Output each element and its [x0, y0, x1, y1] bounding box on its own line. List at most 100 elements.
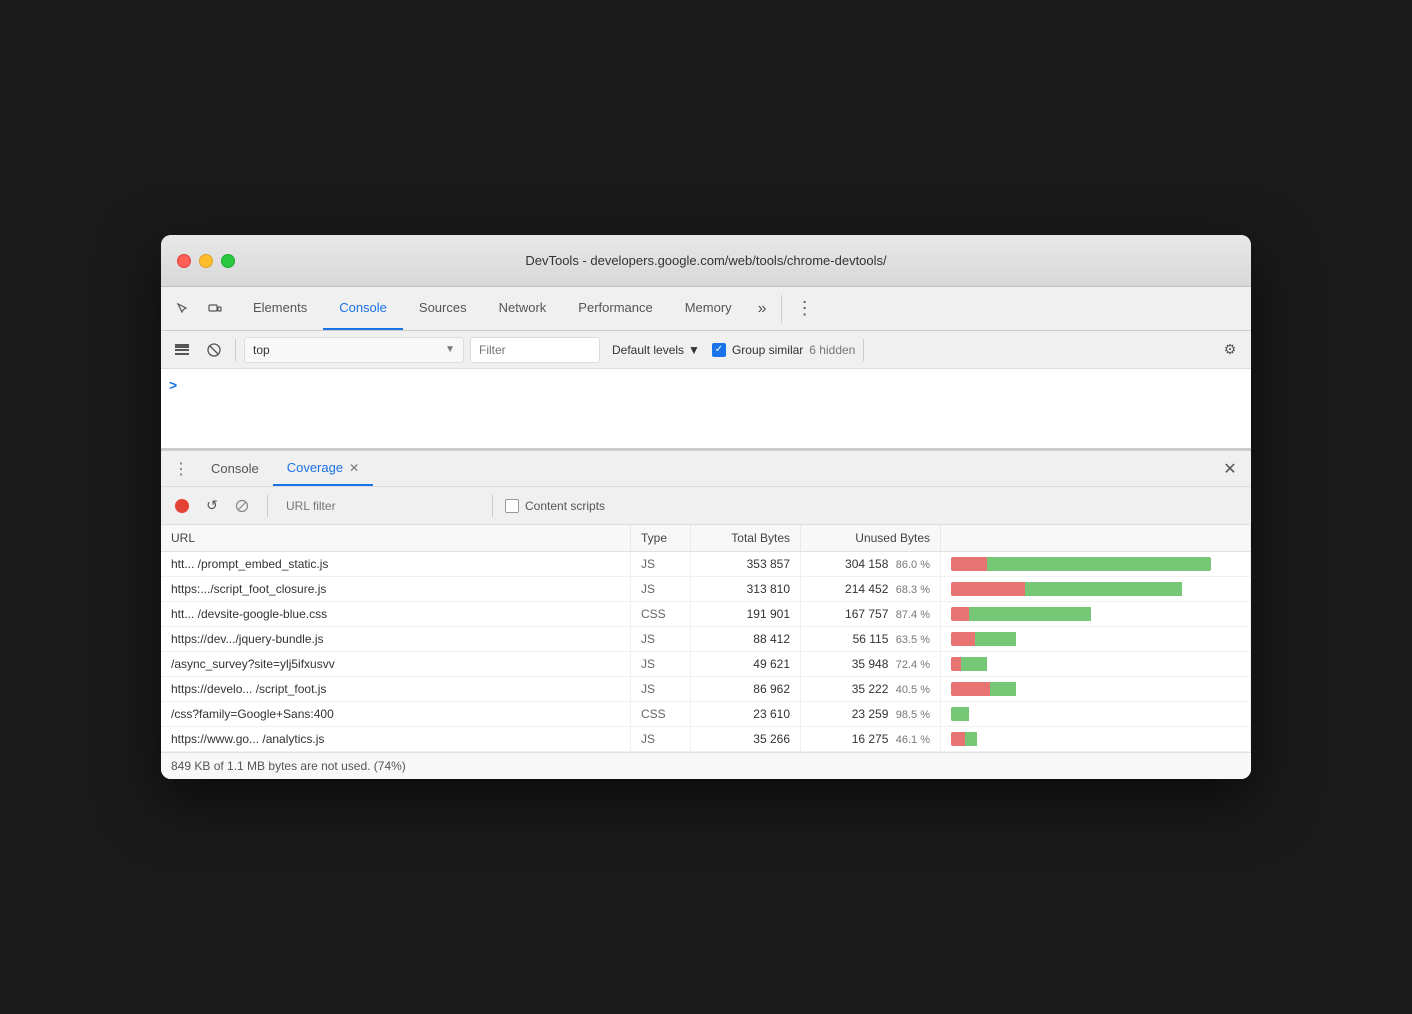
default-levels-caret: ▼	[688, 343, 700, 357]
group-similar-checkbox-group: ✓ Group similar	[712, 343, 803, 357]
tab-elements[interactable]: Elements	[237, 287, 323, 330]
close-icon: ✕	[1223, 459, 1236, 479]
used-bar	[951, 582, 1025, 596]
unused-bytes-value: 56 115	[853, 632, 892, 646]
table-row[interactable]: /async_survey?site=ylj5ifxusvvJS49 62135…	[161, 652, 1251, 677]
cell-type: JS	[631, 577, 691, 602]
unused-percent: 40.5 %	[896, 684, 930, 696]
cell-url: https://develo... /script_foot.js	[161, 677, 631, 702]
tab-memory[interactable]: Memory	[669, 287, 748, 330]
table-row[interactable]: htt... /prompt_embed_static.jsJS353 8573…	[161, 552, 1251, 577]
unused-bar	[951, 707, 969, 721]
cell-url: /css?family=Google+Sans:400	[161, 702, 631, 727]
unused-bytes-value: 167 757	[845, 607, 892, 621]
console-toolbar: top ▼ Default levels ▼ ✓ Group similar 6…	[161, 331, 1251, 369]
content-scripts-checkbox-group: Content scripts	[505, 499, 605, 513]
cell-type: JS	[631, 627, 691, 652]
cell-unused-bytes: 304 158 86.0 %	[801, 552, 941, 577]
cell-url: https://dev.../jquery-bundle.js	[161, 627, 631, 652]
used-bar	[951, 682, 990, 696]
record-dot-icon	[175, 499, 189, 513]
cell-unused-bytes: 56 115 63.5 %	[801, 627, 941, 652]
toolbar-separator-2	[863, 339, 864, 361]
toolbar-separator-1	[235, 339, 236, 361]
tab-performance[interactable]: Performance	[562, 287, 668, 330]
minimize-button[interactable]	[199, 254, 213, 268]
select-element-icon[interactable]	[169, 295, 197, 323]
record-button[interactable]	[169, 493, 195, 519]
table-row[interactable]: /css?family=Google+Sans:400CSS23 61023 2…	[161, 702, 1251, 727]
cell-type: JS	[631, 727, 691, 752]
unused-bar	[987, 557, 1211, 571]
cell-bar	[941, 552, 1251, 577]
panel-tab-coverage[interactable]: Coverage ✕	[273, 451, 373, 486]
cell-url: htt... /prompt_embed_static.js	[161, 552, 631, 577]
table-row[interactable]: https://dev.../jquery-bundle.jsJS88 4125…	[161, 627, 1251, 652]
cell-total-bytes: 191 901	[691, 602, 801, 627]
panel-dots-icon[interactable]: ⋮	[169, 455, 193, 483]
default-levels-button[interactable]: Default levels ▼	[606, 341, 706, 359]
more-tabs-button[interactable]: »	[748, 300, 777, 318]
context-selector[interactable]: top ▼	[244, 337, 464, 363]
status-text: 849 KB of 1.1 MB bytes are not used. (74…	[171, 759, 406, 773]
console-content[interactable]: >	[161, 369, 1251, 449]
panel-close-button[interactable]: ✕	[1217, 456, 1243, 482]
device-toolbar-icon[interactable]	[201, 295, 229, 323]
unused-percent: 46.1 %	[896, 734, 930, 746]
refresh-icon[interactable]: ↺	[199, 493, 225, 519]
coverage-tab-close[interactable]: ✕	[349, 461, 359, 475]
table-row[interactable]: htt... /devsite-google-blue.cssCSS191 90…	[161, 602, 1251, 627]
unused-percent: 98.5 %	[896, 709, 930, 721]
used-bar	[951, 632, 975, 646]
unused-percent: 87.4 %	[896, 609, 930, 621]
nav-menu-button[interactable]: ⋮	[786, 298, 824, 319]
url-filter-input[interactable]	[280, 497, 480, 515]
nav-tabs: Elements Console Sources Network Perform…	[237, 287, 748, 330]
table-row[interactable]: https:.../script_foot_closure.jsJS313 81…	[161, 577, 1251, 602]
cell-unused-bytes: 214 452 68.3 %	[801, 577, 941, 602]
cell-type: JS	[631, 652, 691, 677]
content-scripts-checkbox[interactable]	[505, 499, 519, 513]
cell-url: https://www.go... /analytics.js	[161, 727, 631, 752]
col-header-bar	[941, 525, 1251, 552]
table-row[interactable]: https://develo... /script_foot.jsJS86 96…	[161, 677, 1251, 702]
usage-bar	[951, 657, 1211, 671]
unused-bar	[965, 732, 977, 746]
usage-bar	[951, 682, 1211, 696]
devtools-nav: Elements Console Sources Network Perform…	[161, 287, 1251, 331]
cell-type: JS	[631, 677, 691, 702]
cell-bar	[941, 627, 1251, 652]
unused-bytes-value: 16 275	[852, 732, 892, 746]
cell-type: CSS	[631, 602, 691, 627]
clear-console-icon[interactable]	[201, 337, 227, 363]
filter-input[interactable]	[470, 337, 600, 363]
settings-icon[interactable]: ⚙	[1217, 337, 1243, 363]
tab-sources[interactable]: Sources	[403, 287, 483, 330]
usage-bar	[951, 632, 1211, 646]
unused-percent: 68.3 %	[896, 584, 930, 596]
unused-bar	[975, 632, 1016, 646]
tab-console[interactable]: Console	[323, 287, 403, 330]
unused-percent: 72.4 %	[896, 659, 930, 671]
unused-bar	[1025, 582, 1182, 596]
gear-icon: ⚙	[1224, 341, 1237, 358]
cell-type: CSS	[631, 702, 691, 727]
coverage-table: URL Type Total Bytes Unused Bytes htt...…	[161, 525, 1251, 752]
col-header-type: Type	[631, 525, 691, 552]
cell-total-bytes: 313 810	[691, 577, 801, 602]
used-bar	[951, 732, 965, 746]
show-drawer-icon[interactable]	[169, 337, 195, 363]
cell-bar	[941, 677, 1251, 702]
block-icon[interactable]	[229, 493, 255, 519]
maximize-button[interactable]	[221, 254, 235, 268]
table-row[interactable]: https://www.go... /analytics.jsJS35 2661…	[161, 727, 1251, 752]
used-bar	[951, 607, 969, 621]
close-button[interactable]	[177, 254, 191, 268]
group-similar-checkbox[interactable]: ✓	[712, 343, 726, 357]
unused-percent: 63.5 %	[896, 634, 930, 646]
panel-tab-console[interactable]: Console	[197, 451, 273, 486]
tab-network[interactable]: Network	[483, 287, 563, 330]
cell-total-bytes: 86 962	[691, 677, 801, 702]
unused-bytes-value: 304 158	[845, 557, 892, 571]
nav-icon-group	[169, 295, 229, 323]
